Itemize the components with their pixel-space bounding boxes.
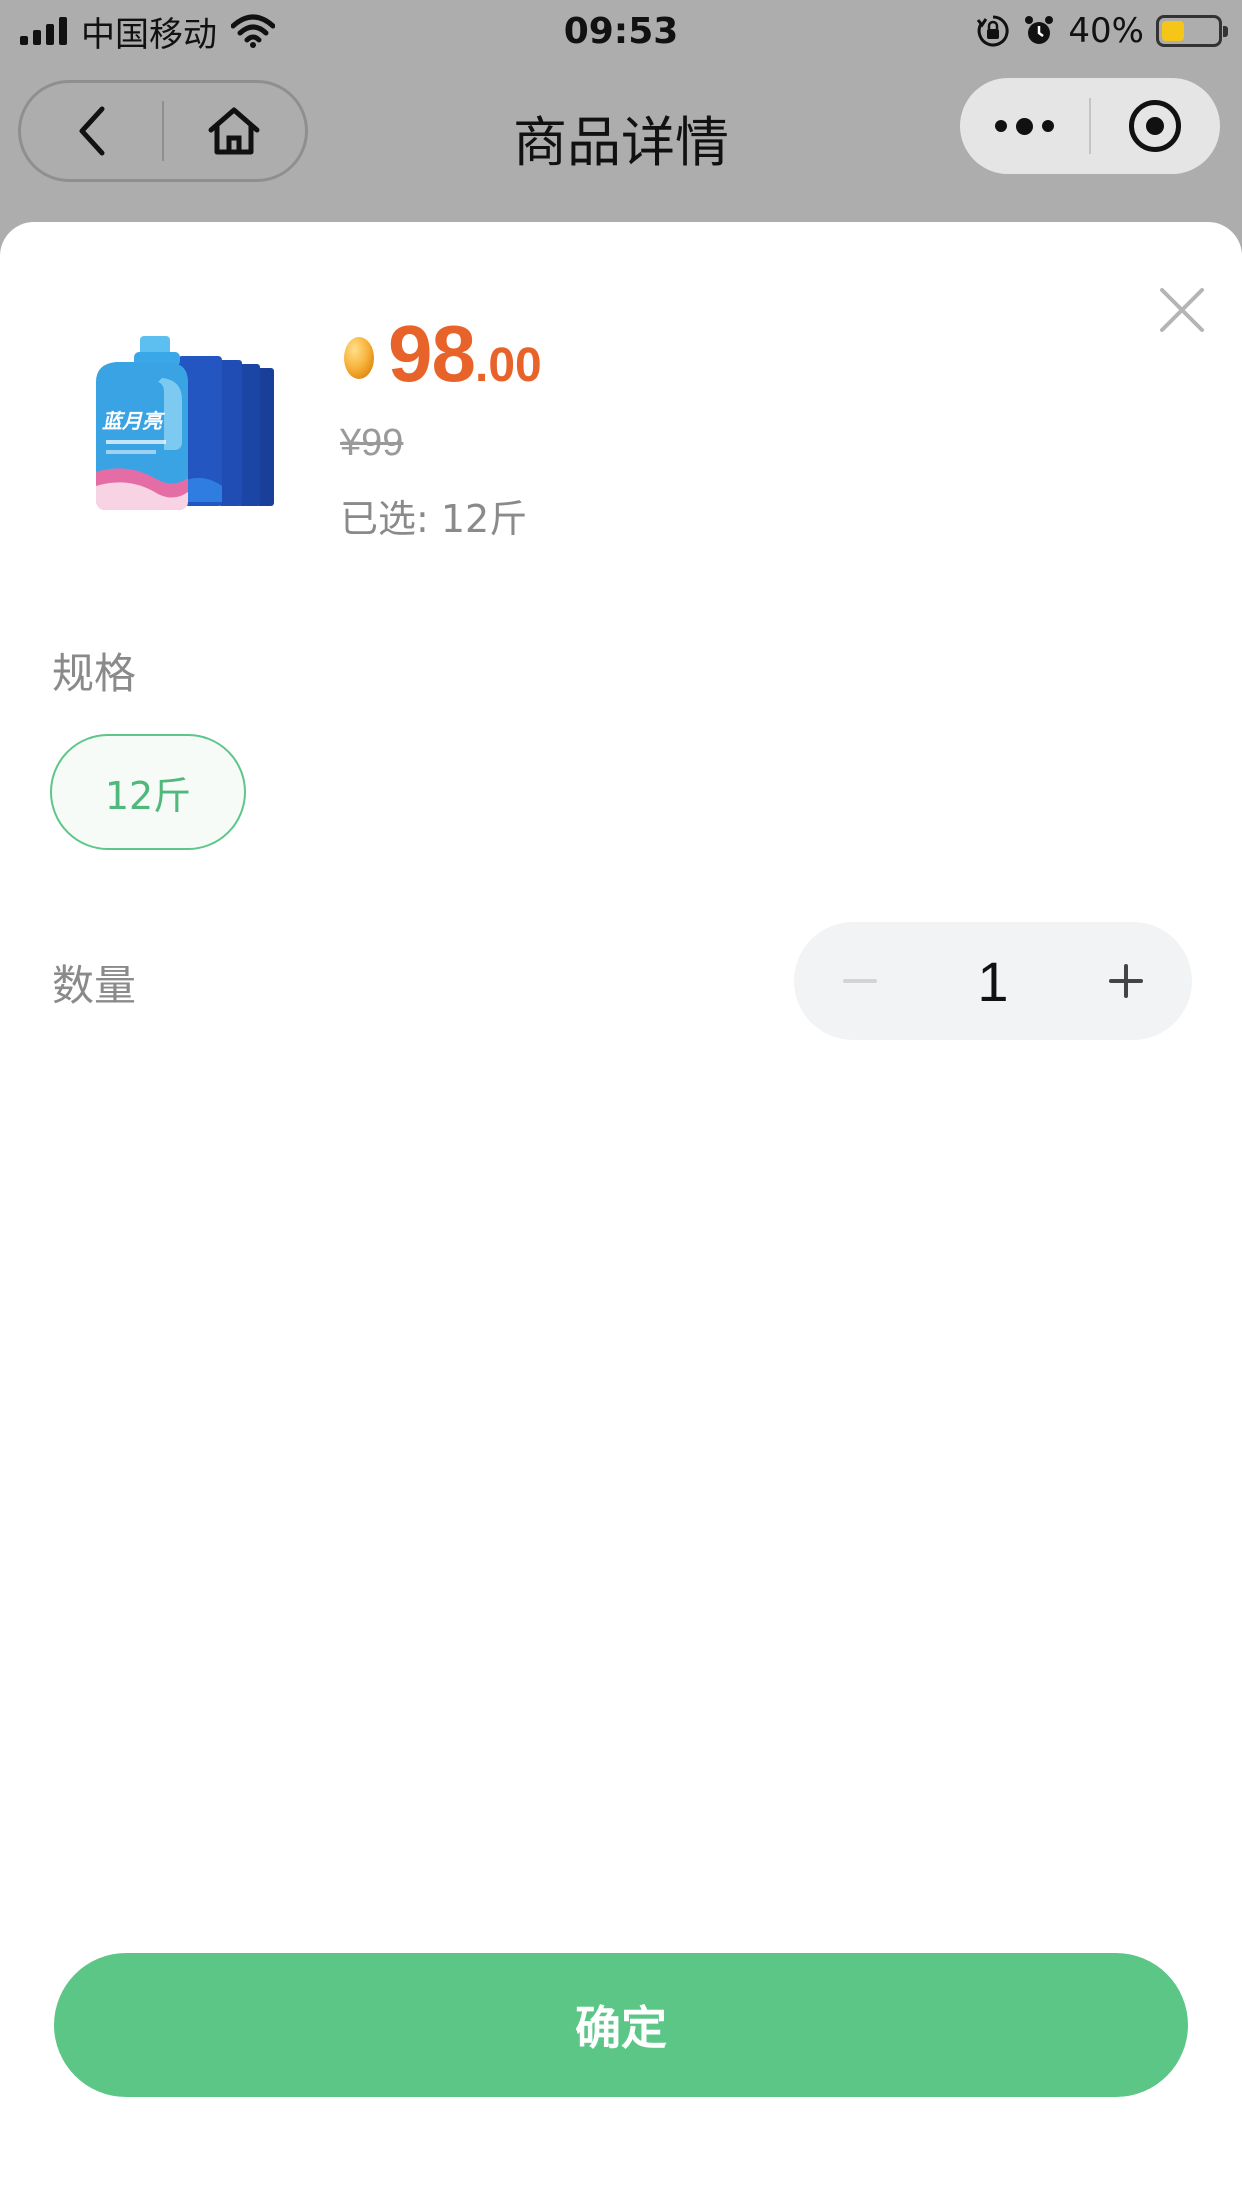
nav-capsule-left bbox=[18, 80, 308, 182]
alarm-icon bbox=[1025, 16, 1054, 44]
quantity-label: 数量 bbox=[52, 961, 137, 1010]
back-button[interactable] bbox=[21, 83, 162, 179]
confirm-button[interactable]: 确定 bbox=[54, 1953, 1188, 2097]
status-bar: 中国移动 09:53 40% bbox=[0, 0, 1242, 62]
status-left: 中国移动 bbox=[20, 7, 275, 56]
orientation-lock-icon bbox=[977, 15, 1010, 47]
price-integer: 98 bbox=[388, 309, 476, 398]
home-button[interactable] bbox=[164, 83, 305, 179]
close-icon[interactable] bbox=[1156, 284, 1208, 336]
carrier-label: 中国移动 bbox=[81, 14, 217, 55]
product-image: 蓝月亮 bbox=[96, 336, 274, 510]
battery-icon bbox=[1156, 15, 1228, 47]
decrease-button[interactable] bbox=[824, 945, 896, 1017]
selected-spec-text: 已选: 12斤 bbox=[340, 497, 528, 541]
wifi-icon bbox=[231, 14, 275, 48]
status-right: 40% bbox=[976, 11, 1228, 51]
signal-icon bbox=[20, 17, 67, 45]
original-price: ¥99 bbox=[340, 422, 404, 464]
back-icon bbox=[79, 106, 104, 156]
increase-button[interactable] bbox=[1090, 945, 1162, 1017]
battery-level bbox=[1162, 21, 1184, 41]
more-button[interactable] bbox=[960, 78, 1089, 174]
sku-sheet: 蓝月亮 98 .00 ¥99 已选: 12斤 规格 12斤 数量 1 确定 bbox=[0, 222, 1242, 2208]
spec-label: 规格 bbox=[52, 649, 137, 698]
price-decimal: .00 bbox=[474, 339, 542, 392]
home-icon bbox=[208, 107, 260, 155]
quantity-value[interactable]: 1 bbox=[977, 949, 1008, 1014]
svg-text:蓝月亮: 蓝月亮 bbox=[102, 409, 165, 433]
nav-capsule-right bbox=[960, 78, 1220, 174]
spec-option-12jin[interactable]: 12斤 bbox=[50, 734, 246, 850]
more-icon bbox=[995, 117, 1054, 135]
minus-icon bbox=[843, 979, 877, 983]
battery-percent: 40% bbox=[1068, 11, 1144, 51]
price: 98 .00 bbox=[342, 308, 542, 400]
quantity-stepper: 1 bbox=[794, 922, 1192, 1040]
coin-icon bbox=[344, 337, 374, 379]
close-miniprogram-button[interactable] bbox=[1091, 78, 1220, 174]
capsule-target-icon bbox=[1129, 100, 1182, 152]
nav-bar: 商品详情 bbox=[0, 62, 1242, 222]
